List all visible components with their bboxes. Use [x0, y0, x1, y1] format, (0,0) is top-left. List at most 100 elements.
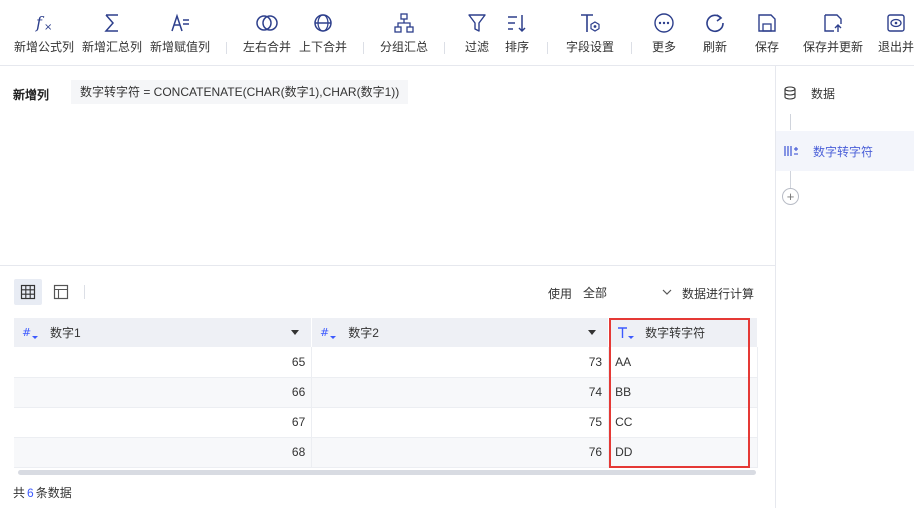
table-cell[interactable]: 67 — [14, 407, 313, 438]
sidebar-item-label: 数据 — [811, 86, 836, 101]
merge-vertical-label: 上下合并 — [298, 40, 347, 54]
save-update-icon — [824, 14, 842, 32]
table-cell[interactable]: 65 — [14, 347, 313, 378]
group-summary-label: 分组汇总 — [379, 40, 428, 54]
add-assign-column-label: 新增赋值列 — [149, 40, 210, 54]
fx-icon: f × — [35, 13, 52, 33]
add-formula-column-label: 新增公式列 — [13, 40, 74, 54]
sidebar-item-data[interactable]: 数据 — [776, 75, 914, 111]
refresh-icon — [706, 14, 724, 33]
merge-vertical-button[interactable]: 上下合并 — [298, 0, 348, 66]
group-summary-button[interactable]: 分组汇总 — [379, 0, 429, 66]
table-cell[interactable]: BB — [608, 377, 758, 408]
chevron-down-icon — [662, 289, 672, 295]
view-separator — [84, 285, 85, 299]
number-type-icon: # — [22, 326, 38, 339]
add-summary-column-button[interactable]: 新增汇总列 — [81, 0, 143, 66]
svg-text:×: × — [44, 22, 52, 33]
save-icon — [758, 14, 776, 32]
filter-icon — [468, 14, 486, 32]
number-type-icon: # — [320, 326, 337, 339]
filter-button[interactable]: 过滤 — [463, 0, 491, 66]
table-cell[interactable]: CC — [608, 407, 758, 438]
merge-vertical-icon — [314, 14, 332, 32]
column-menu-caret-icon[interactable] — [291, 330, 300, 335]
more-button[interactable]: 更多 — [650, 0, 678, 66]
table-row: 66 74 BB — [14, 377, 758, 408]
row-count-suffix: 条数据 — [35, 486, 72, 500]
add-step-icon[interactable]: + — [782, 188, 799, 205]
formula-input[interactable]: 数字转字符 = CONCATENATE(CHAR(数字1),CHAR(数字1)) — [71, 80, 409, 104]
group-summary-icon — [394, 13, 414, 33]
exit-preview-button[interactable]: 退出并 — [878, 0, 914, 66]
column-header-number-to-char[interactable]: 数字转字符 — [608, 318, 758, 347]
table-cell[interactable]: AA — [608, 347, 758, 378]
svg-text:#: # — [22, 326, 31, 339]
sidebar-item-number-to-char[interactable]: 数字转字符 — [776, 131, 914, 171]
column-header-label: 数字转字符 — [645, 326, 706, 340]
column-header-number1[interactable]: # 数字1 — [14, 318, 313, 347]
layout-view-button[interactable] — [47, 279, 75, 305]
column-icon — [784, 146, 798, 156]
more-icon — [654, 13, 674, 33]
table-cell[interactable]: DD — [608, 437, 758, 468]
field-settings-button[interactable]: 字段设置 — [564, 0, 616, 66]
new-column-label: 新增列 — [13, 88, 50, 102]
row-count-footer: 共 6 条数据 — [13, 484, 72, 501]
save-button[interactable]: 保存 — [753, 0, 781, 66]
sidebar-connector — [790, 171, 791, 188]
sort-icon — [508, 15, 526, 33]
merge-horizontal-icon — [256, 15, 278, 31]
assign-icon — [171, 13, 189, 32]
sidebar-item-label: 数字转字符 — [813, 144, 874, 159]
database-icon — [784, 86, 796, 100]
merge-horizontal-label: 左右合并 — [242, 40, 291, 54]
field-settings-icon — [581, 14, 600, 32]
table-cell[interactable]: 66 — [14, 377, 313, 408]
data-table: # 数字1 # 数字2 数字转字符 65 73 AA 66 74 BB 67 7… — [14, 318, 758, 468]
sort-label: 排序 — [504, 40, 529, 54]
table-row: 67 75 CC — [14, 407, 758, 438]
refresh-button[interactable]: 刷新 — [701, 0, 729, 66]
field-settings-label: 字段设置 — [565, 40, 614, 54]
calc-label: 数据进行计算 — [682, 287, 755, 301]
formula-editor: 新增列 数字转字符 = CONCATENATE(CHAR(数字1),CHAR(数… — [0, 67, 775, 265]
horizontal-scrollbar[interactable] — [18, 470, 756, 475]
text-type-icon — [618, 326, 635, 339]
add-assign-column-button[interactable]: 新增赋值列 — [149, 0, 211, 66]
table-grid-icon — [20, 284, 36, 300]
add-summary-column-label: 新增汇总列 — [81, 40, 142, 54]
scope-select-value: 全部 — [583, 285, 608, 300]
add-formula-column-button[interactable]: f × 新增公式列 — [13, 0, 75, 66]
more-label: 更多 — [651, 40, 676, 54]
filter-label: 过滤 — [464, 40, 489, 54]
column-header-label: 数字2 — [348, 326, 379, 340]
table-cell[interactable]: 76 — [311, 437, 610, 468]
table-cell[interactable]: 68 — [14, 437, 313, 468]
table-cell[interactable]: 73 — [311, 347, 610, 378]
table-row: 65 73 AA — [14, 347, 758, 378]
toolbar: f × 新增公式列 新增汇总列 新增赋值列 左右合并 上下合并 分组汇总 过滤 排… — [0, 0, 914, 66]
sigma-icon — [104, 14, 118, 32]
scope-select[interactable]: 全部 — [583, 281, 673, 303]
merge-horizontal-button[interactable]: 左右合并 — [242, 0, 292, 66]
save-and-update-button[interactable]: 保存并更新 — [802, 0, 864, 66]
grid-view-button[interactable] — [14, 279, 42, 305]
editor-divider — [0, 265, 775, 266]
sidebar-connector — [790, 114, 791, 130]
column-header-number2[interactable]: # 数字2 — [311, 318, 610, 347]
layout-icon — [53, 284, 69, 300]
table-cell[interactable]: 75 — [311, 407, 610, 438]
use-label: 使用 — [548, 287, 573, 301]
svg-text:#: # — [320, 326, 329, 339]
row-count-value: 6 — [27, 486, 34, 500]
table-row: 68 76 DD — [14, 437, 758, 468]
column-menu-caret-icon[interactable] — [588, 330, 597, 335]
sort-button[interactable]: 排序 — [503, 0, 531, 66]
exit-preview-label: 退出并 — [878, 40, 914, 54]
row-count-prefix: 共 — [13, 486, 26, 500]
save-label: 保存 — [754, 40, 779, 54]
table-cell[interactable]: 74 — [311, 377, 610, 408]
exit-preview-icon — [887, 14, 905, 32]
save-and-update-label: 保存并更新 — [802, 40, 863, 54]
